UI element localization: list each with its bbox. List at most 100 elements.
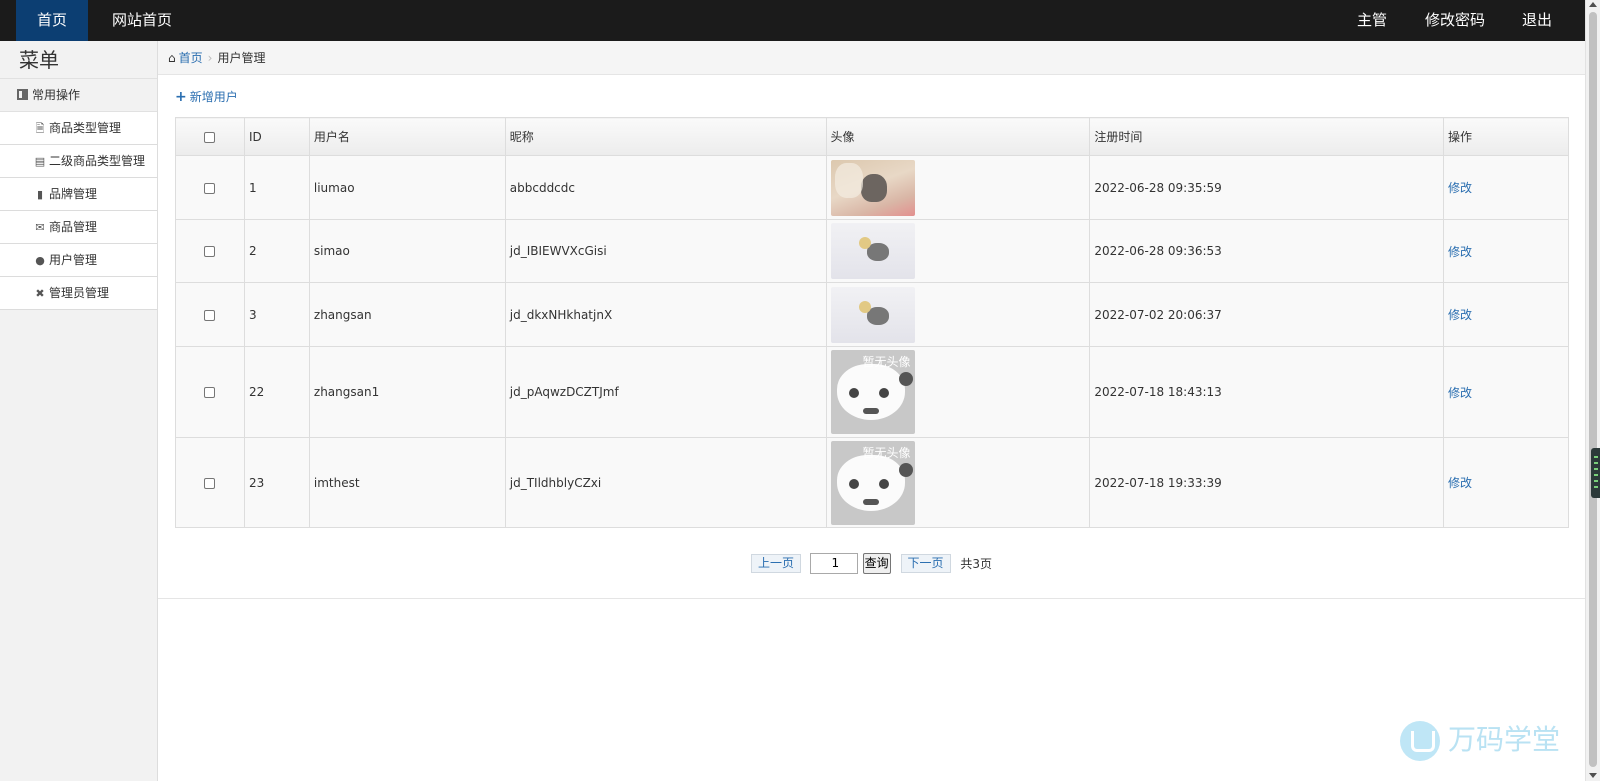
col-header-id: ID — [243, 117, 310, 156]
cell-nickname: jd_TIldhblyCZxi — [504, 437, 827, 528]
breadcrumb: ⌂ 首页 › 用户管理 — [158, 41, 1585, 75]
avatar-image — [830, 223, 915, 279]
edit-link[interactable]: 修改 — [1448, 308, 1472, 322]
cell-nickname: jd_dkxNHkhatjnX — [504, 282, 827, 347]
sidebar-title: 菜单 — [0, 41, 157, 79]
edit-link[interactable]: 修改 — [1448, 245, 1472, 259]
table-row: 3 zhangsan jd_dkxNHkhatjnX 2022-07-02 20… — [175, 282, 1569, 347]
row-checkbox-cell — [175, 155, 245, 220]
row-checkbox[interactable] — [204, 309, 216, 321]
next-page-button[interactable]: 下一页 — [900, 554, 951, 573]
cell-id: 23 — [243, 437, 310, 528]
plus-icon: + — [175, 89, 187, 105]
cell-id: 3 — [243, 282, 310, 347]
side-widget-handle[interactable] — [1591, 448, 1600, 498]
cell-avatar — [825, 282, 1091, 347]
sidebar-item-label: 二级商品类型管理 — [49, 154, 146, 168]
users-table: ID 用户名 昵称 头像 注册时间 操作 1 liumao abbcddcdc … — [175, 117, 1569, 528]
edit-link[interactable]: 修改 — [1448, 181, 1472, 195]
cell-id: 1 — [243, 155, 310, 220]
cell-registered: 2022-07-02 20:06:37 — [1089, 282, 1445, 347]
top-navbar: 首页 网站首页 主管 修改密码 退出 — [0, 0, 1585, 41]
cell-action: 修改 — [1443, 219, 1569, 283]
cell-username: zhangsan1 — [308, 346, 506, 438]
row-checkbox[interactable] — [204, 387, 216, 398]
row-checkbox[interactable] — [204, 182, 216, 194]
sidebar-item-users[interactable]: ● 用户管理 — [0, 244, 157, 277]
edit-link[interactable]: 修改 — [1448, 476, 1472, 490]
add-user-button[interactable]: + 新增用户 — [175, 88, 238, 105]
cell-nickname: abbcddcdc — [504, 155, 827, 220]
row-checkbox-cell — [175, 346, 245, 438]
nav-home[interactable]: 首页 — [16, 0, 88, 41]
table-row: 1 liumao abbcddcdc 2022-06-28 09:35:59 修… — [175, 155, 1569, 220]
file-icon: 🗎 — [35, 122, 45, 135]
row-checkbox-cell — [175, 219, 245, 283]
add-user-label: 新增用户 — [189, 90, 238, 104]
col-header-action: 操作 — [1443, 117, 1569, 156]
sidebar-item-admins[interactable]: ✖ 管理员管理 — [0, 277, 157, 310]
table-row: 22 zhangsan1 jd_pAqwzDCZTJmf 暂无头像 2022-0… — [175, 346, 1569, 438]
query-button[interactable]: 查询 — [862, 553, 891, 574]
default-avatar-image: 暂无头像 — [830, 350, 915, 434]
comment-icon: ● — [35, 254, 45, 267]
row-checkbox-cell — [175, 437, 245, 528]
nav-logout[interactable]: 退出 — [1522, 0, 1552, 41]
cell-avatar — [825, 155, 1091, 220]
cell-avatar: 暂无头像 — [825, 437, 1091, 528]
wrench-icon: ✖ — [35, 287, 45, 300]
sidebar: 菜单 常用操作 🗎 商品类型管理 ▤ 二级商品类型管理 ▮ 品牌管理 ✉ 商品管理 ● 用… — [0, 41, 158, 781]
scrollbar-thumb[interactable] — [1589, 12, 1597, 767]
cell-registered: 2022-06-28 09:36:53 — [1089, 219, 1445, 283]
total-pages: 共3页 — [960, 557, 992, 571]
chevron-right-icon: › — [207, 51, 213, 65]
cell-action: 修改 — [1443, 437, 1569, 528]
cell-registered: 2022-07-18 19:33:39 — [1089, 437, 1445, 528]
default-avatar-text: 暂无头像 — [862, 445, 911, 460]
envelope-icon: ✉ — [35, 221, 45, 234]
avatar-image — [830, 159, 915, 216]
list-icon: ▤ — [34, 155, 46, 168]
select-all-checkbox[interactable] — [204, 131, 216, 143]
sidebar-group-label: 常用操作 — [32, 88, 81, 102]
default-avatar-text: 暂无头像 — [862, 355, 911, 369]
vertical-scrollbar[interactable] — [1585, 0, 1600, 781]
sidebar-item-product-type[interactable]: 🗎 商品类型管理 — [0, 112, 157, 145]
cell-registered: 2022-07-18 18:43:13 — [1089, 346, 1445, 438]
prev-page-button[interactable]: 上一页 — [751, 554, 802, 573]
scroll-up-arrow-icon[interactable] — [1589, 2, 1597, 7]
watermark-text: 万码学堂 — [1448, 723, 1561, 756]
cell-registered: 2022-06-28 09:35:59 — [1089, 155, 1445, 220]
nav-site-home[interactable]: 网站首页 — [112, 0, 172, 41]
select-all-checkbox-cell — [175, 117, 245, 156]
sidebar-item-sub-product-type[interactable]: ▤ 二级商品类型管理 — [0, 145, 157, 178]
col-header-username: 用户名 — [308, 117, 506, 156]
sidebar-item-product[interactable]: ✉ 商品管理 — [0, 211, 157, 244]
truck-icon: ▮ — [36, 188, 44, 201]
nav-current-user[interactable]: 主管 — [1357, 0, 1387, 41]
main-content: + 新增用户 ID 用户名 昵称 头像 注册时间 操作 1 liumao abbc… — [158, 75, 1585, 599]
table-header-row: ID 用户名 昵称 头像 注册时间 操作 — [175, 117, 1569, 156]
cell-username: zhangsan — [308, 282, 506, 347]
edit-link[interactable]: 修改 — [1448, 386, 1472, 400]
cell-action: 修改 — [1443, 155, 1569, 220]
cell-nickname: jd_pAqwzDCZTJmf — [504, 346, 827, 438]
sidebar-item-brand[interactable]: ▮ 品牌管理 — [0, 178, 157, 211]
cell-action: 修改 — [1443, 282, 1569, 347]
sidebar-item-label: 商品类型管理 — [49, 121, 122, 135]
row-checkbox[interactable] — [204, 477, 216, 489]
cell-nickname: jd_IBIEWVXcGisi — [504, 219, 827, 283]
table-row: 23 imthest jd_TIldhblyCZxi 暂无头像 2022-07-… — [175, 437, 1569, 528]
watermark: 万码学堂 — [1400, 718, 1560, 762]
sidebar-item-label: 商品管理 — [49, 220, 98, 234]
cell-action: 修改 — [1443, 346, 1569, 438]
row-checkbox[interactable] — [204, 246, 216, 257]
default-avatar-image: 暂无头像 — [830, 440, 915, 525]
page-number-input[interactable]: 1 — [809, 553, 858, 574]
breadcrumb-home-link[interactable]: 首页 — [179, 51, 203, 65]
sidebar-group-common[interactable]: 常用操作 — [0, 79, 157, 112]
scroll-down-arrow-icon[interactable] — [1589, 773, 1597, 778]
nav-change-password[interactable]: 修改密码 — [1425, 0, 1485, 41]
cell-username: liumao — [308, 155, 506, 220]
cell-username: imthest — [308, 437, 506, 528]
